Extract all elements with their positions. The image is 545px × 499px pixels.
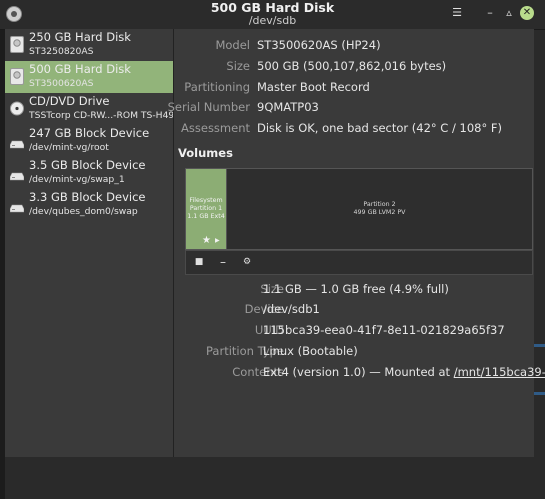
- hamburger-menu-icon[interactable]: ☰: [450, 6, 464, 20]
- minimize-icon[interactable]: –: [483, 6, 497, 20]
- device-name: 250 GB Hard Disk: [29, 30, 131, 44]
- block-device-icon: [10, 172, 24, 181]
- background-window-strip: [534, 29, 545, 499]
- assessment-value: Disk is OK, one bad sector (42° C / 108°…: [257, 121, 502, 135]
- device-path: /dev/mint-vg/root: [29, 142, 109, 153]
- size-label: Size: [226, 59, 250, 73]
- title-bar: 500 GB Hard Disk /dev/sdb ☰ – ▵ ✕: [0, 0, 545, 30]
- volume-toolbar: ■ – ⚙: [185, 250, 533, 275]
- device-model: ST3250820AS: [29, 46, 94, 57]
- assessment-label: Assessment: [181, 121, 250, 135]
- background-area: [5, 457, 534, 499]
- sidebar-item-cd-dvd-drive[interactable]: CD/DVD Drive TSSTcorp CD-RW...-ROM TS-H4…: [5, 93, 173, 125]
- serial-number-label: Serial Number: [167, 100, 250, 114]
- maximize-icon[interactable]: ▵: [502, 6, 516, 20]
- hard-disk-icon: [10, 68, 24, 85]
- device-model: TSSTcorp CD-RW...-ROM TS-H493B: [29, 110, 173, 121]
- mount-point-link[interactable]: /mnt/115bca39-ee...: [454, 365, 545, 379]
- block-device-icon: [10, 140, 24, 149]
- volumes-graphic: Filesystem Partition 1 1.1 GB Ext4 ★ ▶ P…: [185, 168, 533, 250]
- minus-icon[interactable]: –: [213, 253, 233, 271]
- uuid-value: 115bca39-eea0-41f7-8e11-021829a65f37: [263, 323, 505, 337]
- partitioning-label: Partitioning: [184, 80, 250, 94]
- volumes-heading: Volumes: [178, 146, 233, 160]
- serial-number-value: 9QMATP03: [257, 100, 319, 114]
- stop-icon[interactable]: ■: [189, 253, 209, 271]
- star-icon: ★: [202, 235, 211, 246]
- sidebar-item-3-5gb-block-device[interactable]: 3.5 GB Block Device /dev/mint-vg/swap_1: [5, 157, 173, 189]
- device-path: /dev/qubes_dom0/swap: [29, 206, 138, 217]
- device-name: 247 GB Block Device: [29, 126, 150, 140]
- device-model: ST3500620AS: [29, 78, 94, 89]
- gears-icon[interactable]: ⚙: [237, 253, 257, 271]
- device-name: 3.3 GB Block Device: [29, 190, 146, 204]
- drive-details-panel: Model ST3500620AS (HP24) Size 500 GB (50…: [168, 29, 545, 457]
- model-value: ST3500620AS (HP24): [257, 38, 381, 52]
- sidebar-item-247gb-block-device[interactable]: 247 GB Block Device /dev/mint-vg/root: [5, 125, 173, 157]
- hard-disk-icon: [10, 36, 24, 53]
- sidebar-item-3-3gb-block-device[interactable]: 3.3 GB Block Device /dev/qubes_dom0/swap: [5, 189, 173, 221]
- close-icon[interactable]: ✕: [520, 6, 534, 20]
- device-path: /dev/mint-vg/swap_1: [29, 174, 125, 185]
- partition-type-value: Linux (Bootable): [263, 344, 358, 358]
- partitioning-value: Master Boot Record: [257, 80, 370, 94]
- device-value: /dev/sdb1: [263, 302, 320, 316]
- sidebar-item-250gb-hard-disk[interactable]: 250 GB Hard Disk ST3250820AS: [5, 29, 173, 61]
- sidebar-item-500gb-hard-disk[interactable]: 500 GB Hard Disk ST3500620AS: [5, 61, 173, 93]
- block-device-icon: [10, 204, 24, 213]
- device-name: CD/DVD Drive: [29, 94, 110, 108]
- partition-size-value: 1.1 GB — 1.0 GB free (4.9% full): [263, 282, 449, 296]
- partition-1-block[interactable]: Filesystem Partition 1 1.1 GB Ext4 ★ ▶: [186, 169, 227, 249]
- device-sidebar: 250 GB Hard Disk ST3250820AS 500 GB Hard…: [5, 29, 174, 457]
- size-value: 500 GB (500,107,862,016 bytes): [257, 59, 447, 73]
- contents-value: Ext4 (version 1.0) — Mounted at /mnt/115…: [263, 365, 545, 379]
- device-name: 3.5 GB Block Device: [29, 158, 146, 172]
- play-arrow-icon: ▶: [215, 237, 220, 244]
- partition-1-label: Filesystem Partition 1 1.1 GB Ext4: [187, 197, 225, 220]
- partition-2-label[interactable]: Partition 2 499 GB LVM2 PV: [227, 201, 532, 217]
- optical-disc-icon: [10, 101, 24, 116]
- device-name: 500 GB Hard Disk: [29, 62, 131, 76]
- model-label: Model: [215, 38, 250, 52]
